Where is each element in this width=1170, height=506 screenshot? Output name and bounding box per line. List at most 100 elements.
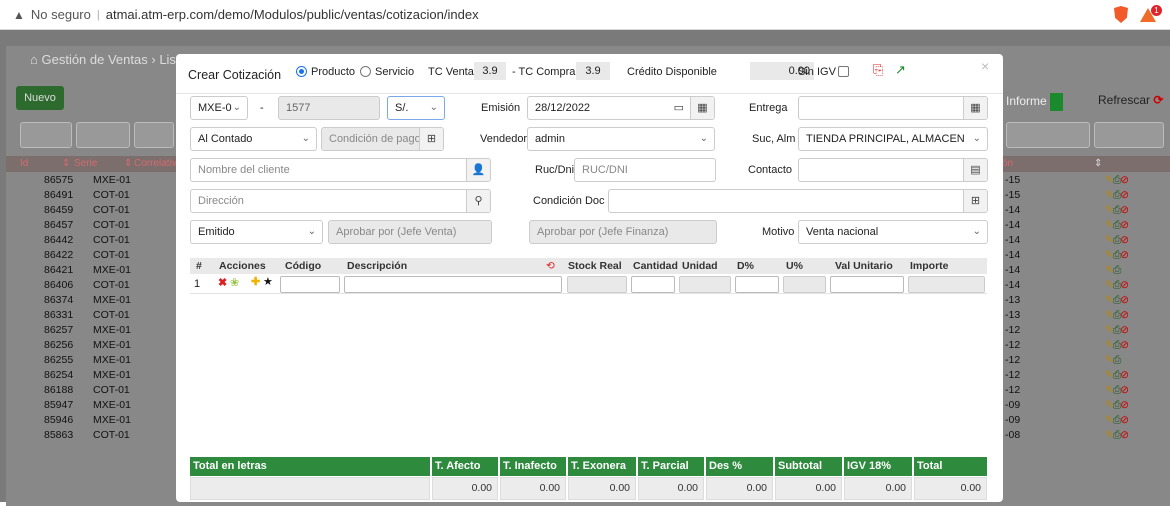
motivo-select[interactable]: Venta nacional ⌄ (798, 220, 988, 244)
edit-icon[interactable]: ✎ (1105, 429, 1114, 441)
coins-icon[interactable]: ❀ (230, 276, 239, 289)
table-row-right[interactable]: -12 ✎⎙⊘ (1005, 324, 1170, 339)
table-row-right[interactable]: -09 ✎⎙⊘ (1005, 414, 1170, 429)
table-row-right[interactable]: -08 ✎⎙⊘ (1005, 429, 1170, 444)
share-icon[interactable]: ↗ (895, 62, 906, 78)
cancel-icon[interactable]: ⊘ (1120, 174, 1129, 186)
sucursal-select[interactable]: TIENDA PRINCIPAL, ALMACEN ⌄ (798, 127, 988, 151)
cancel-icon[interactable]: ⊘ (1120, 429, 1129, 441)
cancel-icon[interactable]: ⊘ (1120, 309, 1129, 321)
table-row-right[interactable]: -12 ✎⎙⊘ (1005, 369, 1170, 384)
cancel-icon[interactable]: ⊘ (1120, 279, 1129, 291)
edit-icon[interactable]: ✎ (1105, 309, 1114, 321)
emision-date-input[interactable]: 28/12/2022 ▭ ▦ (527, 96, 715, 120)
edit-icon[interactable]: ✎ (1105, 399, 1114, 411)
table-row-right[interactable]: -09 ✎⎙⊘ (1005, 399, 1170, 414)
cancel-icon[interactable]: ⊘ (1120, 204, 1129, 216)
table-row[interactable]: 86459 COT-01 (6, 204, 176, 219)
print-icon[interactable]: ⎙ (1113, 264, 1121, 276)
radio-producto-label[interactable]: Producto (311, 66, 355, 78)
table-row[interactable]: 86331 COT-01 (6, 309, 176, 324)
calendar-picker-icon[interactable]: ▭ (674, 97, 684, 119)
edit-icon[interactable]: ✎ (1105, 384, 1114, 396)
codigo-input[interactable] (280, 276, 340, 293)
sin-igv-checkbox[interactable] (838, 66, 849, 77)
cancel-icon[interactable]: ⊘ (1120, 189, 1129, 201)
edit-icon[interactable]: ✎ (1105, 249, 1114, 261)
radio-producto[interactable] (296, 66, 307, 77)
table-row[interactable]: 86256 MXE-01 (6, 339, 176, 354)
add-user-icon[interactable]: 👤 (466, 159, 490, 181)
moneda-select[interactable]: S/. ⌄ (387, 96, 445, 120)
table-row[interactable]: 86421 MXE-01 (6, 264, 176, 279)
edit-icon[interactable]: ✎ (1105, 324, 1114, 336)
cantidad-input[interactable] (631, 276, 675, 293)
descuento-input[interactable] (735, 276, 779, 293)
table-row[interactable]: 85947 MXE-01 (6, 399, 176, 414)
edit-icon[interactable]: ✎ (1105, 294, 1114, 306)
breadcrumb-item[interactable]: Gestión de Ventas (41, 52, 147, 67)
serie-select[interactable]: MXE-0 ⌄ (190, 96, 248, 120)
filter-input[interactable] (1094, 122, 1164, 148)
table-row[interactable]: 86257 MXE-01 (6, 324, 176, 339)
edit-icon[interactable]: ✎ (1105, 219, 1114, 231)
col-serie[interactable]: Serie (74, 158, 97, 169)
nuevo-button[interactable]: Nuevo (16, 86, 64, 110)
edit-icon[interactable]: ✎ (1105, 264, 1114, 276)
cancel-icon[interactable]: ⊘ (1120, 294, 1129, 306)
map-marker-icon[interactable]: ⚲ (466, 190, 490, 212)
table-row-right[interactable]: -14 ✎⎙⊘ (1005, 279, 1170, 294)
table-row-right[interactable]: -14 ✎⎙⊘ (1005, 249, 1170, 264)
edit-icon[interactable]: ✎ (1105, 369, 1114, 381)
informe-button[interactable]: Informe (1006, 93, 1063, 111)
table-row[interactable]: 86255 MXE-01 (6, 354, 176, 369)
ruc-input[interactable]: RUC/DNI (574, 158, 716, 182)
clear-items-icon[interactable]: ⟲ (546, 260, 555, 272)
pago-select[interactable]: Al Contado ⌄ (190, 127, 317, 151)
delete-icon[interactable]: ✖ (218, 276, 227, 289)
cancel-icon[interactable]: ⊘ (1120, 369, 1129, 381)
url-text[interactable]: atmai.atm-erp.com/demo/Modulos/public/ve… (106, 7, 479, 22)
table-row[interactable]: 86406 COT-01 (6, 279, 176, 294)
plus-square-icon[interactable]: ⊞ (419, 128, 443, 150)
table-row[interactable]: 86457 COT-01 (6, 219, 176, 234)
print-icon[interactable]: ⎙ (1113, 354, 1121, 366)
descripcion-input[interactable] (344, 276, 562, 293)
close-icon[interactable]: × (981, 58, 989, 74)
brave-shield-icon[interactable] (1114, 6, 1128, 23)
table-row[interactable]: 85863 COT-01 (6, 429, 176, 444)
edit-icon[interactable]: ✎ (1105, 204, 1114, 216)
sort-icon[interactable]: ⇕ (124, 158, 132, 169)
cancel-icon[interactable]: ⊘ (1120, 399, 1129, 411)
edit-icon[interactable]: ✎ (1105, 339, 1114, 351)
table-row[interactable]: 86374 MXE-01 (6, 294, 176, 309)
radio-servicio[interactable] (360, 66, 371, 77)
table-row[interactable]: 86254 MXE-01 (6, 369, 176, 384)
filter-input[interactable] (20, 122, 72, 148)
cancel-icon[interactable]: ⊘ (1120, 249, 1129, 261)
edit-icon[interactable]: ✎ (1105, 174, 1114, 186)
table-row[interactable]: 86188 COT-01 (6, 384, 176, 399)
sort-icon[interactable]: ⇕ (1094, 158, 1102, 169)
filter-input[interactable] (1006, 122, 1090, 148)
table-row-right[interactable]: -14 ✎⎙⊘ (1005, 219, 1170, 234)
col-correlativo[interactable]: Correlativ (134, 158, 177, 169)
table-row-right[interactable]: -14 ✎⎙⊘ (1005, 234, 1170, 249)
cancel-icon[interactable]: ⊘ (1120, 234, 1129, 246)
table-row[interactable]: 86442 COT-01 (6, 234, 176, 249)
table-row-right[interactable]: -15 ✎⎙⊘ (1005, 174, 1170, 189)
condicion-doc-input[interactable]: ⊞ (608, 189, 988, 213)
add-icon[interactable]: ✚ (251, 275, 260, 288)
edit-icon[interactable]: ✎ (1105, 354, 1114, 366)
table-row-right[interactable]: -14 ✎⎙⊘ (1005, 204, 1170, 219)
calendar-icon[interactable]: ▦ (963, 97, 987, 119)
refrescar-button[interactable]: Refrescar ⟳ (1098, 93, 1163, 107)
table-row-right[interactable]: -15 ✎⎙⊘ (1005, 189, 1170, 204)
table-row-right[interactable]: -12 ✎⎙⊘ (1005, 339, 1170, 354)
col-id[interactable]: Id (20, 158, 28, 169)
filter-input[interactable] (134, 122, 174, 148)
table-row[interactable]: 86491 COT-01 (6, 189, 176, 204)
cancel-icon[interactable]: ⊘ (1120, 339, 1129, 351)
table-row[interactable]: 86575 MXE-01 (6, 174, 176, 189)
browser-url-bar[interactable]: ▲ No seguro | atmai.atm-erp.com/demo/Mod… (0, 0, 1170, 30)
